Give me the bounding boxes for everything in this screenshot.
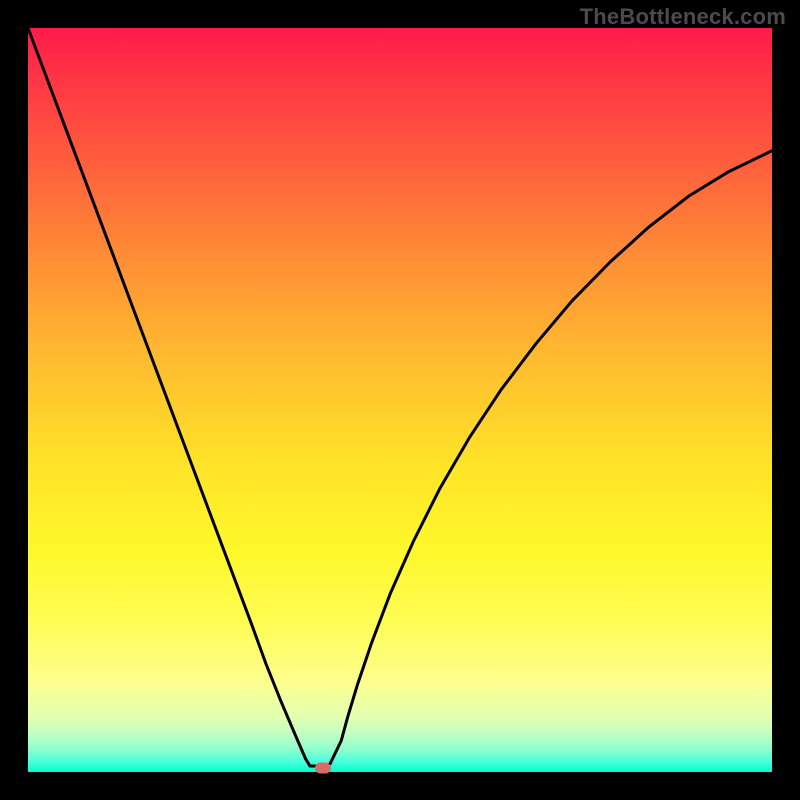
bottleneck-curve — [28, 28, 772, 766]
optimum-marker — [315, 762, 331, 773]
plot-area — [28, 28, 772, 772]
curve-svg — [28, 28, 772, 772]
chart-frame: TheBottleneck.com — [0, 0, 800, 800]
watermark-text: TheBottleneck.com — [580, 4, 786, 30]
